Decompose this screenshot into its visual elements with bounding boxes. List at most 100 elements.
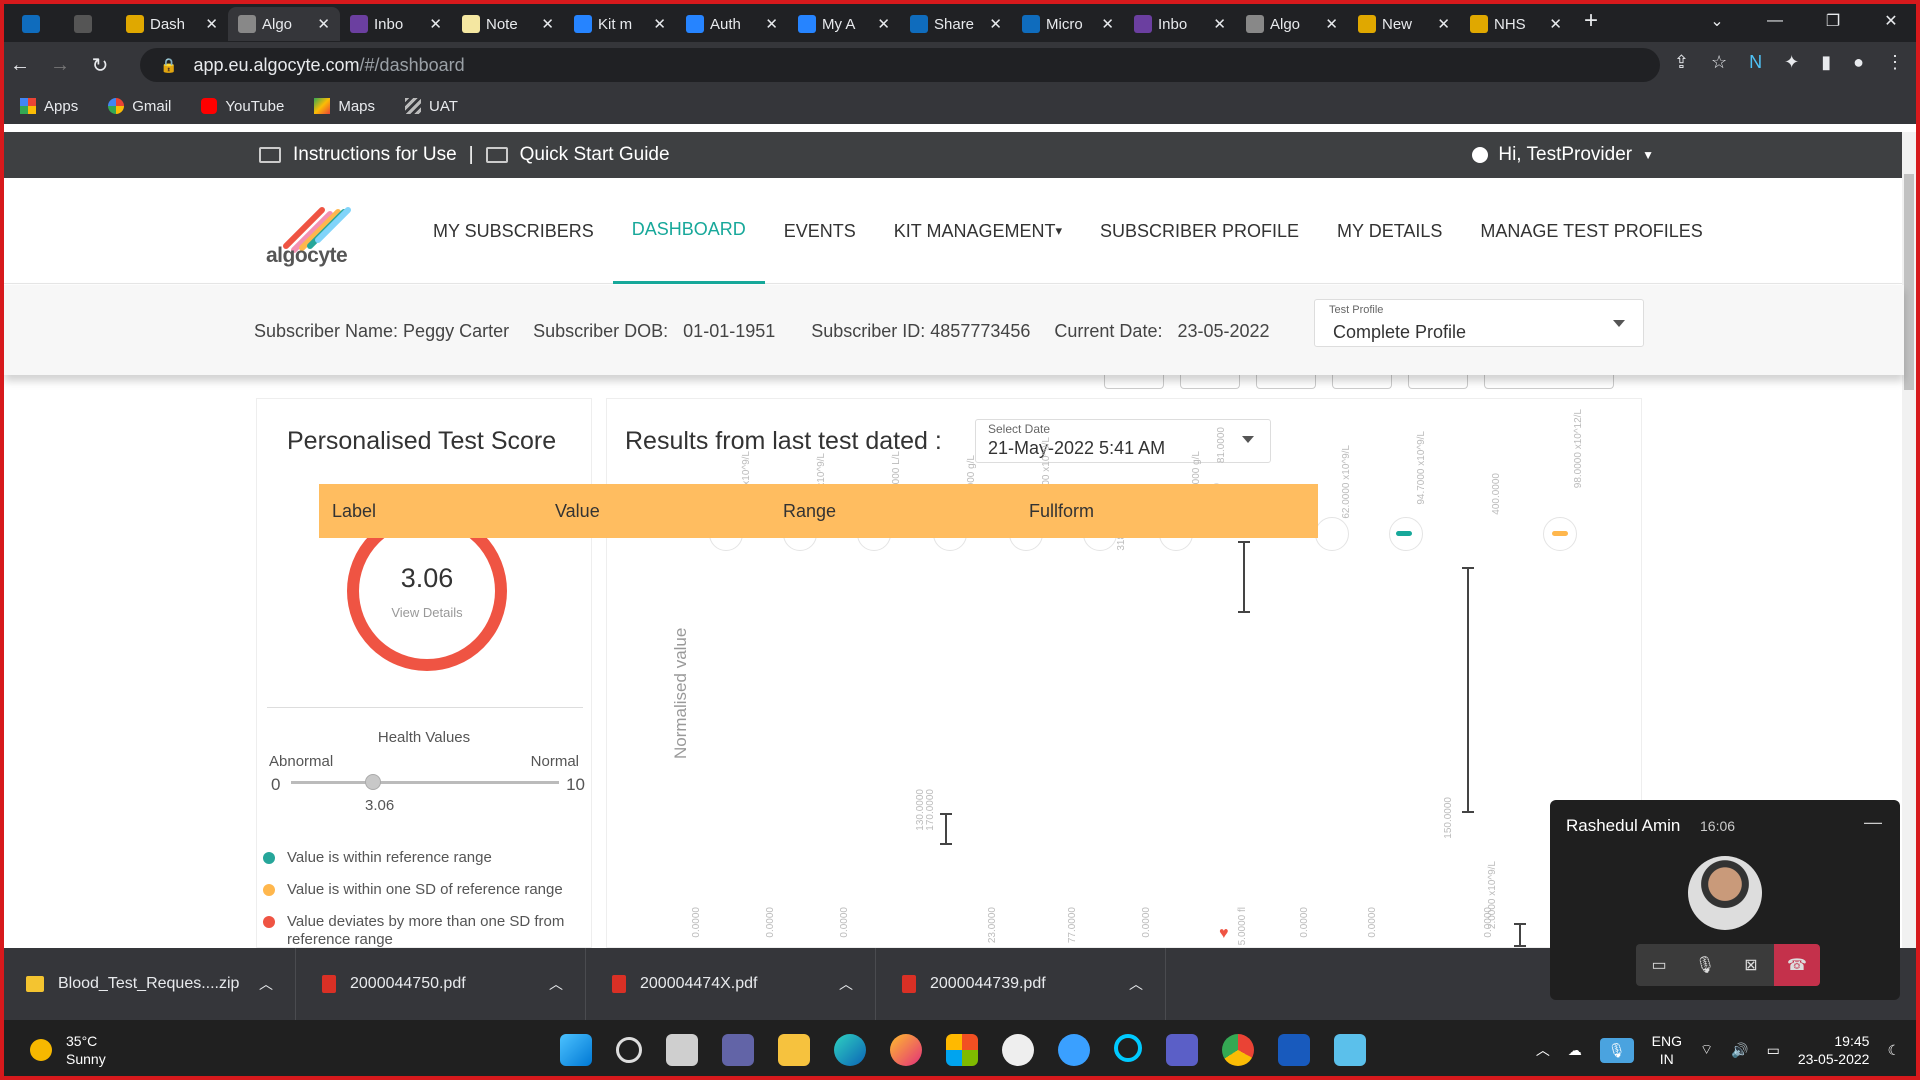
chevron-up-icon[interactable]: ︿ [839, 974, 853, 994]
nav-item-manage-test-profiles[interactable]: MANAGE TEST PROFILES [1461, 178, 1721, 284]
heart-marker-icon[interactable]: ♥ [1219, 925, 1229, 943]
chrome-icon[interactable] [1222, 1034, 1254, 1066]
page-scrollbar[interactable] [1902, 132, 1916, 948]
close-window-button[interactable]: ✕ [1862, 11, 1920, 31]
new-tab-button[interactable]: + [1584, 7, 1598, 35]
side-panel-icon[interactable]: ▮ [1821, 52, 1831, 73]
scroll-thumb[interactable] [1904, 174, 1914, 390]
browser-tab[interactable]: Kit m ✕ [564, 7, 676, 41]
bookmark-maps[interactable]: Maps [314, 98, 375, 115]
minimize-button[interactable]: — [1746, 12, 1804, 30]
share-screen-icon[interactable]: ⊠ [1728, 944, 1774, 986]
nav-item-kit-management[interactable]: KIT MANAGEMENT ▾ [875, 178, 1081, 284]
share-icon[interactable]: ⇪ [1674, 52, 1689, 73]
browser-tab[interactable]: Inbo ✕ [340, 7, 452, 41]
close-tab-icon[interactable]: ✕ [205, 15, 218, 33]
chevron-up-icon[interactable]: ︿ [1536, 1040, 1550, 1060]
microphone-icon[interactable]: 🎙 [1599, 1037, 1634, 1063]
wifi-icon[interactable]: ⌔ [1700, 1041, 1713, 1059]
firefox-icon[interactable] [890, 1034, 922, 1066]
browser-tab[interactable]: Dash ✕ [116, 7, 228, 41]
app-icon[interactable] [1002, 1034, 1034, 1066]
alexa-icon[interactable] [1114, 1034, 1142, 1062]
browser-tab[interactable]: Note ✕ [452, 7, 564, 41]
nav-item-subscriber-profile[interactable]: SUBSCRIBER PROFILE [1081, 178, 1318, 284]
forward-button[interactable]: → [40, 54, 80, 77]
slider-knob[interactable] [365, 774, 381, 790]
close-tab-icon[interactable]: ✕ [1325, 15, 1338, 33]
clock[interactable]: 19:45 23-05-2022 [1798, 1032, 1870, 1068]
tab-search-icon[interactable]: ⌄ [1688, 11, 1746, 31]
browser-tab[interactable]: Auth ✕ [676, 7, 788, 41]
close-tab-icon[interactable]: ✕ [1549, 15, 1562, 33]
test-profile-select[interactable]: Test Profile Complete Profile [1314, 299, 1644, 347]
bookmark-star-icon[interactable]: ☆ [1711, 52, 1727, 73]
reload-button[interactable]: ↻ [80, 53, 120, 78]
back-button[interactable]: ← [0, 54, 40, 77]
onedrive-icon[interactable]: ☁ [1568, 1042, 1582, 1059]
microphone-icon[interactable]: 🎙 [1682, 944, 1728, 986]
feedback-icon[interactable] [1058, 1034, 1090, 1066]
download-item[interactable]: 2000044750.pdf ︿ [296, 948, 586, 1020]
language-indicator[interactable]: ENG IN [1652, 1032, 1682, 1068]
close-tab-icon[interactable]: ✕ [653, 15, 666, 33]
weather-widget[interactable]: 35°C Sunny [30, 1032, 106, 1068]
close-tab-icon[interactable]: ✕ [541, 15, 554, 33]
word-icon[interactable] [1278, 1034, 1310, 1066]
nav-item-my-subscribers[interactable]: MY SUBSCRIBERS [414, 178, 613, 284]
bookmark-uat[interactable]: UAT [405, 98, 458, 115]
nav-item-events[interactable]: EVENTS [765, 178, 875, 284]
chevron-up-icon[interactable]: ︿ [259, 974, 273, 994]
download-item[interactable]: 200004474X.pdf ︿ [586, 948, 876, 1020]
health-slider[interactable] [291, 774, 559, 790]
windows-start-icon[interactable] [560, 1034, 592, 1066]
instructions-link[interactable]: Instructions for Use [293, 144, 457, 166]
store-icon[interactable] [946, 1034, 978, 1066]
browser-tab[interactable]: New ✕ [1348, 7, 1460, 41]
browser-tab[interactable]: Inbo ✕ [1124, 7, 1236, 41]
restore-button[interactable]: ❐ [1804, 11, 1862, 31]
extension-icon[interactable]: N [1749, 52, 1762, 73]
volume-icon[interactable]: 🔊 [1731, 1042, 1748, 1059]
end-call-button[interactable]: ☎ [1774, 944, 1820, 986]
close-tab-icon[interactable]: ✕ [765, 15, 778, 33]
nav-item-my-details[interactable]: MY DETAILS [1318, 178, 1461, 284]
close-tab-icon[interactable]: ✕ [877, 15, 890, 33]
close-tab-icon[interactable]: ✕ [1101, 15, 1114, 33]
bookmark-apps[interactable]: Apps [20, 98, 78, 115]
bookmark-youtube[interactable]: YouTube [201, 98, 284, 115]
browser-tab[interactable]: My A ✕ [788, 7, 900, 41]
chevron-up-icon[interactable]: ︿ [549, 974, 563, 994]
view-details-link[interactable]: View Details [359, 605, 495, 620]
url-bar[interactable]: 🔒 app.eu.algocyte.com/#/dashboard [140, 48, 1660, 82]
battery-icon[interactable]: ▭ [1767, 1042, 1780, 1059]
download-item[interactable]: 2000044739.pdf ︿ [876, 948, 1166, 1020]
teams-icon[interactable] [1166, 1034, 1198, 1066]
menu-kebab-icon[interactable]: ⋮ [1886, 52, 1904, 73]
user-menu[interactable]: Hi, TestProvider ▼ [1472, 144, 1654, 166]
profile-icon[interactable]: ● [1853, 52, 1864, 73]
data-point-marker[interactable] [1315, 517, 1349, 551]
browser-tab[interactable]: Algo ✕ [1236, 7, 1348, 41]
browser-tab[interactable]: NHS ✕ [1460, 7, 1572, 41]
browser-tab[interactable] [12, 7, 64, 41]
nav-item-dashboard[interactable]: DASHBOARD [612, 178, 765, 284]
browser-tab[interactable] [64, 7, 116, 41]
close-tab-icon[interactable]: ✕ [1437, 15, 1450, 33]
notification-icon[interactable]: ☾ [1887, 1042, 1900, 1059]
chat-icon[interactable] [722, 1034, 754, 1066]
close-tab-icon[interactable]: ✕ [317, 15, 330, 33]
bookmark-gmail[interactable]: Gmail [108, 98, 171, 115]
file-explorer-icon[interactable] [778, 1034, 810, 1066]
browser-tab[interactable]: Share ✕ [900, 7, 1012, 41]
download-item[interactable]: Blood_Test_Reques....zip ︿ [0, 948, 296, 1020]
close-tab-icon[interactable]: ✕ [1213, 15, 1226, 33]
minimize-call-button[interactable]: — [1864, 812, 1882, 833]
search-icon[interactable] [616, 1037, 642, 1063]
close-tab-icon[interactable]: ✕ [989, 15, 1002, 33]
close-tab-icon[interactable]: ✕ [429, 15, 442, 33]
task-view-icon[interactable] [666, 1034, 698, 1066]
puzzle-icon[interactable]: ✦ [1784, 52, 1799, 73]
browser-tab[interactable]: Micro ✕ [1012, 7, 1124, 41]
chevron-up-icon[interactable]: ︿ [1129, 974, 1143, 994]
